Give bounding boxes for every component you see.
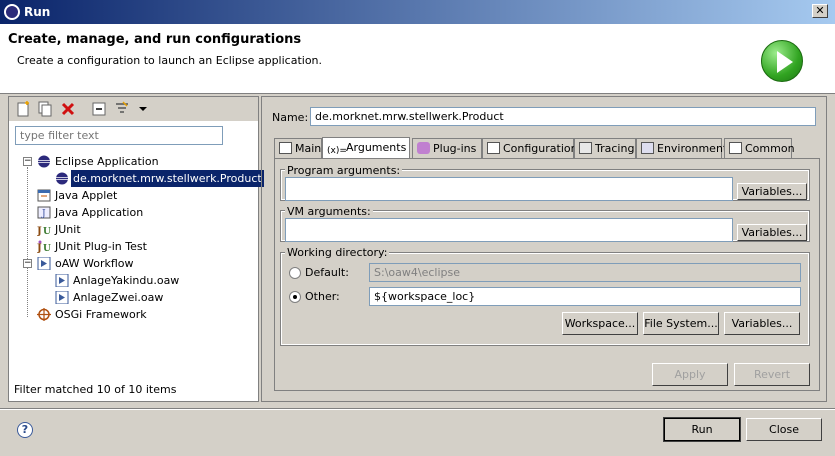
default-radio[interactable]: [289, 267, 301, 279]
window-title: Run: [24, 5, 51, 19]
program-variables-button[interactable]: Variables...: [737, 183, 807, 200]
file-system-button[interactable]: File System...: [643, 312, 719, 335]
eclipse-icon: [4, 4, 20, 20]
tracing-icon: [579, 142, 592, 154]
tree-item-junit[interactable]: JU JUnit: [19, 221, 254, 238]
duplicate-config-icon[interactable]: [37, 101, 53, 117]
tab-configuration[interactable]: Configuration: [482, 138, 578, 158]
tree-item-junit-plugin-test[interactable]: JU JUnit Plug-in Test: [19, 238, 254, 255]
tree-item-oaw-workflow[interactable]: − oAW Workflow: [19, 255, 254, 272]
chevron-down-icon[interactable]: [135, 101, 151, 117]
collapse-toggle[interactable]: −: [23, 157, 32, 166]
configuration-tree-panel: − Eclipse Application de.morknet.mrw.ste…: [8, 96, 264, 402]
oaw-workflow-icon: [55, 274, 69, 287]
collapse-toggle[interactable]: −: [23, 259, 32, 268]
apply-button[interactable]: Apply: [652, 363, 728, 386]
collapse-all-icon[interactable]: [91, 101, 107, 117]
workspace-button[interactable]: Workspace...: [562, 312, 638, 335]
title-bar: Run ✕: [0, 0, 835, 24]
header-description: Create a configuration to launch an Ecli…: [17, 54, 323, 67]
default-directory-field: S:\oaw4\eclipse: [369, 263, 801, 282]
common-icon: [729, 142, 742, 154]
revert-button[interactable]: Revert: [734, 363, 810, 386]
tree-item-osgi-framework[interactable]: OSGi Framework: [19, 306, 254, 323]
tree-item-anlage-zwei[interactable]: AnlageZwei.oaw: [19, 289, 254, 306]
footer-separator: [0, 408, 835, 410]
tree-item-java-applet[interactable]: Java Applet: [19, 187, 254, 204]
filter-icon[interactable]: [114, 101, 130, 117]
plugin-icon: [417, 142, 430, 154]
configuration-icon: [487, 142, 500, 154]
delete-config-icon[interactable]: [60, 101, 76, 117]
header-banner: Create, manage, and run configurations C…: [0, 24, 835, 94]
vm-variables-button[interactable]: Variables...: [737, 224, 807, 241]
help-icon[interactable]: ?: [17, 422, 33, 438]
svg-text:J: J: [37, 226, 42, 236]
svg-text:U: U: [43, 244, 51, 253]
tab-tracing[interactable]: Tracing: [574, 138, 636, 158]
new-config-icon[interactable]: [15, 101, 31, 117]
close-button[interactable]: Close: [746, 418, 822, 441]
main-tab-icon: [279, 142, 292, 154]
tab-environment[interactable]: Environment: [636, 138, 727, 158]
vm-arguments-label: VM arguments:: [285, 205, 373, 218]
eclipse-icon: [38, 155, 50, 168]
working-directory-label: Working directory:: [285, 246, 390, 259]
oaw-workflow-icon: [55, 291, 69, 304]
variables-button[interactable]: Variables...: [724, 312, 800, 335]
tab-plugins[interactable]: Plug-ins: [412, 138, 482, 158]
java-applet-icon: [37, 189, 51, 202]
other-label: Other:: [305, 290, 340, 303]
close-window-button[interactable]: ✕: [812, 4, 828, 18]
junit-icon: JU: [37, 226, 51, 236]
svg-text:J: J: [37, 243, 42, 253]
svg-text:U: U: [43, 227, 51, 236]
name-input[interactable]: de.morknet.mrw.stellwerk.Product: [310, 107, 816, 126]
default-label: Default:: [305, 266, 349, 279]
arguments-tab-icon: (x)=: [327, 146, 347, 156]
program-arguments-label: Program arguments:: [285, 164, 403, 177]
arguments-tab-body: Program arguments: Variables... VM argum…: [274, 158, 820, 391]
svg-text:J: J: [41, 209, 46, 219]
tree-item-java-application[interactable]: J Java Application: [19, 204, 254, 221]
junit-plugin-icon: JU: [37, 240, 51, 253]
header-title: Create, manage, and run configurations: [8, 32, 302, 47]
filter-input[interactable]: [15, 126, 223, 145]
run-button[interactable]: Run: [663, 417, 741, 442]
oaw-workflow-icon: [37, 257, 51, 270]
run-banner-icon: [761, 40, 803, 82]
tree-item-product[interactable]: de.morknet.mrw.stellwerk.Product: [19, 170, 264, 187]
vm-arguments-field[interactable]: [285, 218, 733, 242]
name-label: Name:: [272, 111, 309, 124]
tab-common[interactable]: Common: [724, 138, 795, 158]
other-radio[interactable]: [289, 291, 301, 303]
eclipse-icon: [56, 172, 68, 185]
configuration-editor-panel: Name: de.morknet.mrw.stellwerk.Product M…: [261, 96, 827, 402]
osgi-icon: [37, 308, 51, 321]
tab-main[interactable]: Main: [274, 138, 322, 158]
environment-icon: [641, 142, 654, 154]
tree-item-anlage-yakindu[interactable]: AnlageYakindu.oaw: [19, 272, 254, 289]
tree-toolbar: [9, 97, 258, 121]
tab-arguments[interactable]: (x)=Arguments: [322, 137, 410, 159]
filter-status: Filter matched 10 of 10 items: [14, 383, 177, 396]
tree-item-eclipse-application[interactable]: − Eclipse Application: [19, 153, 254, 170]
other-directory-input[interactable]: ${workspace_loc}: [369, 287, 801, 306]
program-arguments-field[interactable]: [285, 177, 733, 201]
java-application-icon: J: [37, 206, 51, 219]
